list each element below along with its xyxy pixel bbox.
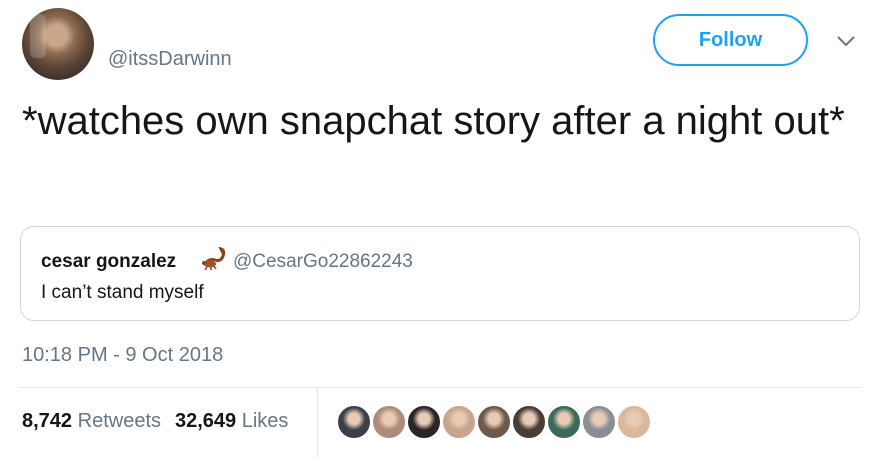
quoted-author-handle: @CesarGo22862243: [233, 251, 413, 272]
avatar-highlight: [30, 14, 46, 58]
follow-button[interactable]: Follow: [653, 14, 808, 66]
stats-divider: [20, 387, 860, 388]
author-handle[interactable]: @itssDarwinn: [108, 48, 232, 71]
tweet-timestamp[interactable]: 10:18 PM - 9 Oct 2018: [22, 344, 223, 367]
liker-avatar[interactable]: [371, 404, 407, 440]
chevron-down-icon[interactable]: [836, 34, 856, 48]
liker-avatars: [336, 404, 652, 440]
liker-avatar[interactable]: [441, 404, 477, 440]
author-avatar[interactable]: [22, 8, 94, 80]
likes-label: Likes: [241, 410, 289, 432]
scorpion-icon: [202, 246, 226, 271]
tweet-text: *watches own snapchat story after a nigh…: [22, 99, 845, 143]
likes-stat[interactable]: 32,649 Likes: [175, 410, 288, 433]
stats-vertical-divider: [317, 388, 318, 458]
liker-avatar[interactable]: [336, 404, 372, 440]
quoted-author-name: cesar gonzalez: [41, 251, 177, 272]
quoted-tweet[interactable]: cesar gonzalez @CesarGo22862243 I can’t …: [20, 226, 860, 321]
tweet-stats: 8,742 Retweets 32,649 Likes: [22, 410, 288, 433]
retweets-stat[interactable]: 8,742 Retweets: [22, 410, 161, 433]
quoted-tweet-text: I can’t stand myself: [41, 282, 204, 303]
liker-avatar[interactable]: [511, 404, 547, 440]
retweets-count: 8,742: [22, 410, 73, 432]
liker-avatar[interactable]: [476, 404, 512, 440]
retweets-label: Retweets: [77, 410, 161, 432]
liker-avatar[interactable]: [581, 404, 617, 440]
likes-count: 32,649: [175, 410, 237, 432]
liker-avatar[interactable]: [406, 404, 442, 440]
liker-avatar[interactable]: [546, 404, 582, 440]
liker-avatar[interactable]: [616, 404, 652, 440]
